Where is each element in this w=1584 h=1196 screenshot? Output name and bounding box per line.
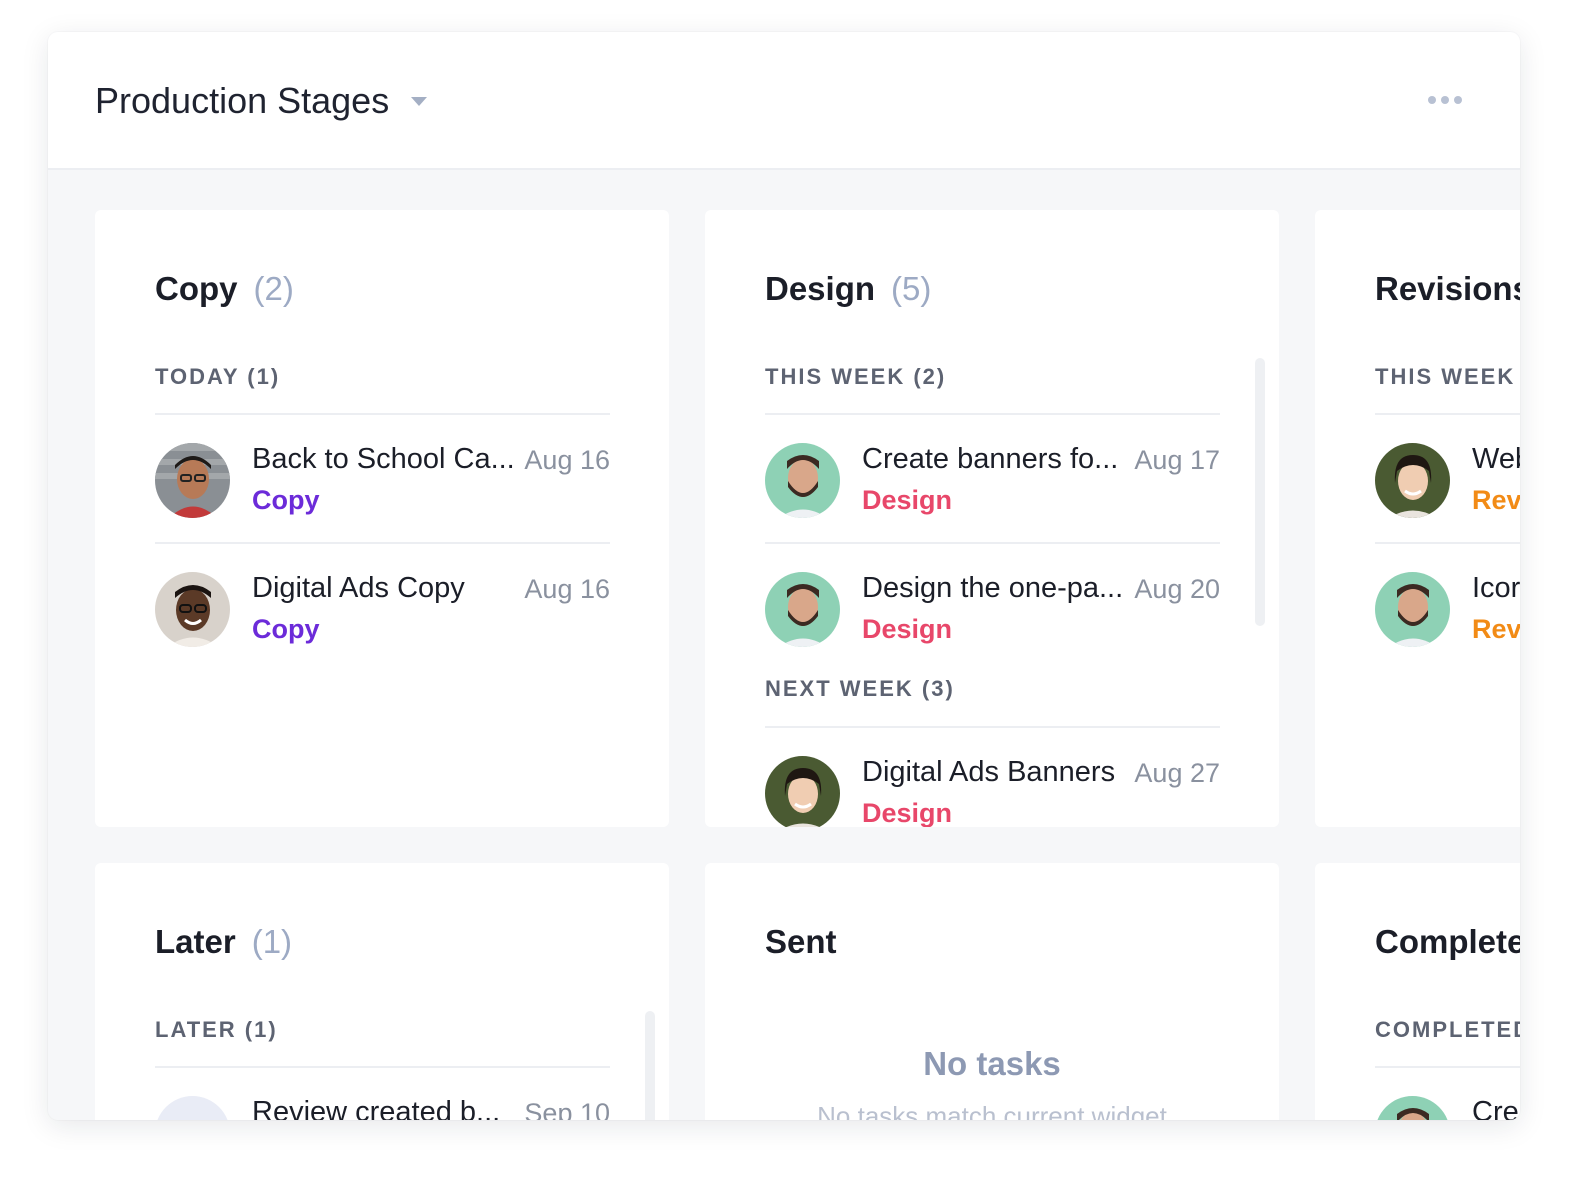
task-name: Digital Ads Copy: [252, 572, 465, 604]
task-name: Review created b...: [252, 1096, 501, 1120]
column-title-text: Later: [155, 923, 236, 960]
task-row[interactable]: Digital Ads Banners Aug 27 Design: [765, 756, 1220, 827]
task-name: Design the one-pa...: [862, 572, 1124, 604]
divider: [155, 413, 610, 415]
task-row[interactable]: Back to School Ca... Aug 16 Copy: [155, 443, 610, 519]
widget-title[interactable]: Production Stages: [95, 80, 428, 122]
task-tag: Design: [862, 798, 953, 827]
task-tag: Copy: [252, 614, 320, 644]
task-date: Aug 16: [524, 445, 610, 475]
avatar: [765, 756, 840, 827]
task-date: Aug 27: [1134, 758, 1220, 788]
group-label[interactable]: THIS WEEK (2): [765, 364, 946, 390]
task-row[interactable]: Design the one-pa... Aug 20 Design: [765, 572, 1220, 648]
scrollbar[interactable]: [645, 1011, 655, 1120]
task-tag: Revi: [1472, 485, 1520, 515]
column-sent: Sent No tasks No tasks match current wid…: [705, 863, 1279, 1120]
avatar: [1375, 443, 1450, 518]
group-label[interactable]: THIS WEEK (: [1375, 364, 1520, 390]
widget-header: Production Stages: [48, 32, 1520, 170]
scrollbar[interactable]: [1255, 358, 1265, 626]
task-date: Aug 17: [1134, 445, 1220, 475]
task-name: Crea: [1472, 1096, 1520, 1120]
group-label[interactable]: NEXT WEEK (3): [765, 676, 955, 702]
task-name: Create banners fo...: [862, 443, 1119, 475]
column-later: Later (1) LATER (1) Review created b... S…: [95, 863, 669, 1120]
task-date: Aug 16: [524, 574, 610, 604]
avatar: [155, 1096, 230, 1120]
avatar: [155, 443, 230, 518]
column-copy: Copy (2) TODAY (1) Back to School Ca... A…: [95, 210, 669, 827]
divider: [1375, 413, 1520, 415]
task-date: Aug 20: [1134, 574, 1220, 604]
more-dot: [1454, 96, 1462, 104]
avatar: [1375, 1096, 1450, 1120]
column-count: (1): [251, 923, 293, 960]
production-stages-widget: Production Stages Copy (2) TODAY (1) Back…: [48, 32, 1520, 1120]
task-tag: Copy: [252, 485, 320, 515]
task-row[interactable]: Digital Ads Copy Aug 16 Copy: [155, 572, 610, 648]
column-title-text: Complete: [1375, 923, 1520, 960]
group-label[interactable]: LATER (1): [155, 1017, 278, 1043]
divider: [765, 726, 1220, 728]
column-title-text: Copy: [155, 270, 238, 307]
task-name: Icor: [1472, 572, 1520, 604]
divider: [765, 542, 1220, 544]
column-title: Revisions: [1375, 270, 1520, 308]
column-count: (2): [253, 270, 294, 307]
avatar: [765, 443, 840, 518]
task-row[interactable]: Review created b... Sep 10: [155, 1096, 610, 1120]
column-complete: Complete COMPLETED Crea: [1315, 863, 1520, 1120]
task-date: Sep 10: [524, 1098, 610, 1120]
column-count: (5): [891, 270, 932, 307]
task-name: Web: [1472, 443, 1520, 475]
task-row[interactable]: Web Revi: [1375, 443, 1520, 519]
divider: [1375, 1066, 1520, 1068]
task-row[interactable]: Create banners fo... Aug 17 Design: [765, 443, 1220, 519]
group-label[interactable]: TODAY (1): [155, 364, 280, 390]
divider: [155, 542, 610, 544]
task-tag: Design: [862, 614, 953, 644]
task-name: Back to School Ca...: [252, 443, 515, 475]
column-design: Design (5) THIS WEEK (2) Create banners f…: [705, 210, 1279, 827]
more-dot: [1428, 96, 1436, 104]
avatar: [155, 572, 230, 647]
task-tag: Revi: [1472, 614, 1520, 644]
task-row[interactable]: Icor Revi: [1375, 572, 1520, 648]
column-title-text: Sent: [765, 923, 837, 960]
task-tag: Design: [862, 485, 953, 515]
column-title: Complete: [1375, 923, 1520, 961]
divider: [155, 1066, 610, 1068]
column-title-text: Revisions: [1375, 270, 1520, 307]
avatar: [765, 572, 840, 647]
column-title-text: Design: [765, 270, 876, 307]
empty-state-title: No tasks: [923, 1045, 1061, 1082]
widget-title-text: Production Stages: [95, 80, 390, 121]
column-title: Design (5): [765, 270, 931, 308]
task-row[interactable]: Crea: [1375, 1096, 1520, 1120]
group-label[interactable]: COMPLETED: [1375, 1017, 1520, 1043]
avatar: [1375, 572, 1450, 647]
task-name: Digital Ads Banners: [862, 756, 1116, 788]
column-revisions: Revisions THIS WEEK ( Web Revi Icor Revi: [1315, 210, 1520, 827]
column-title: Copy (2): [155, 270, 294, 308]
more-horizontal-icon[interactable]: [1428, 96, 1462, 104]
divider: [1375, 542, 1520, 544]
chevron-down-icon[interactable]: [411, 96, 428, 106]
divider: [765, 413, 1220, 415]
more-dot: [1441, 96, 1449, 104]
column-title: Later (1): [155, 923, 292, 961]
empty-state-subtitle: No tasks match current widget: [817, 1101, 1167, 1120]
column-title: Sent: [765, 923, 837, 961]
